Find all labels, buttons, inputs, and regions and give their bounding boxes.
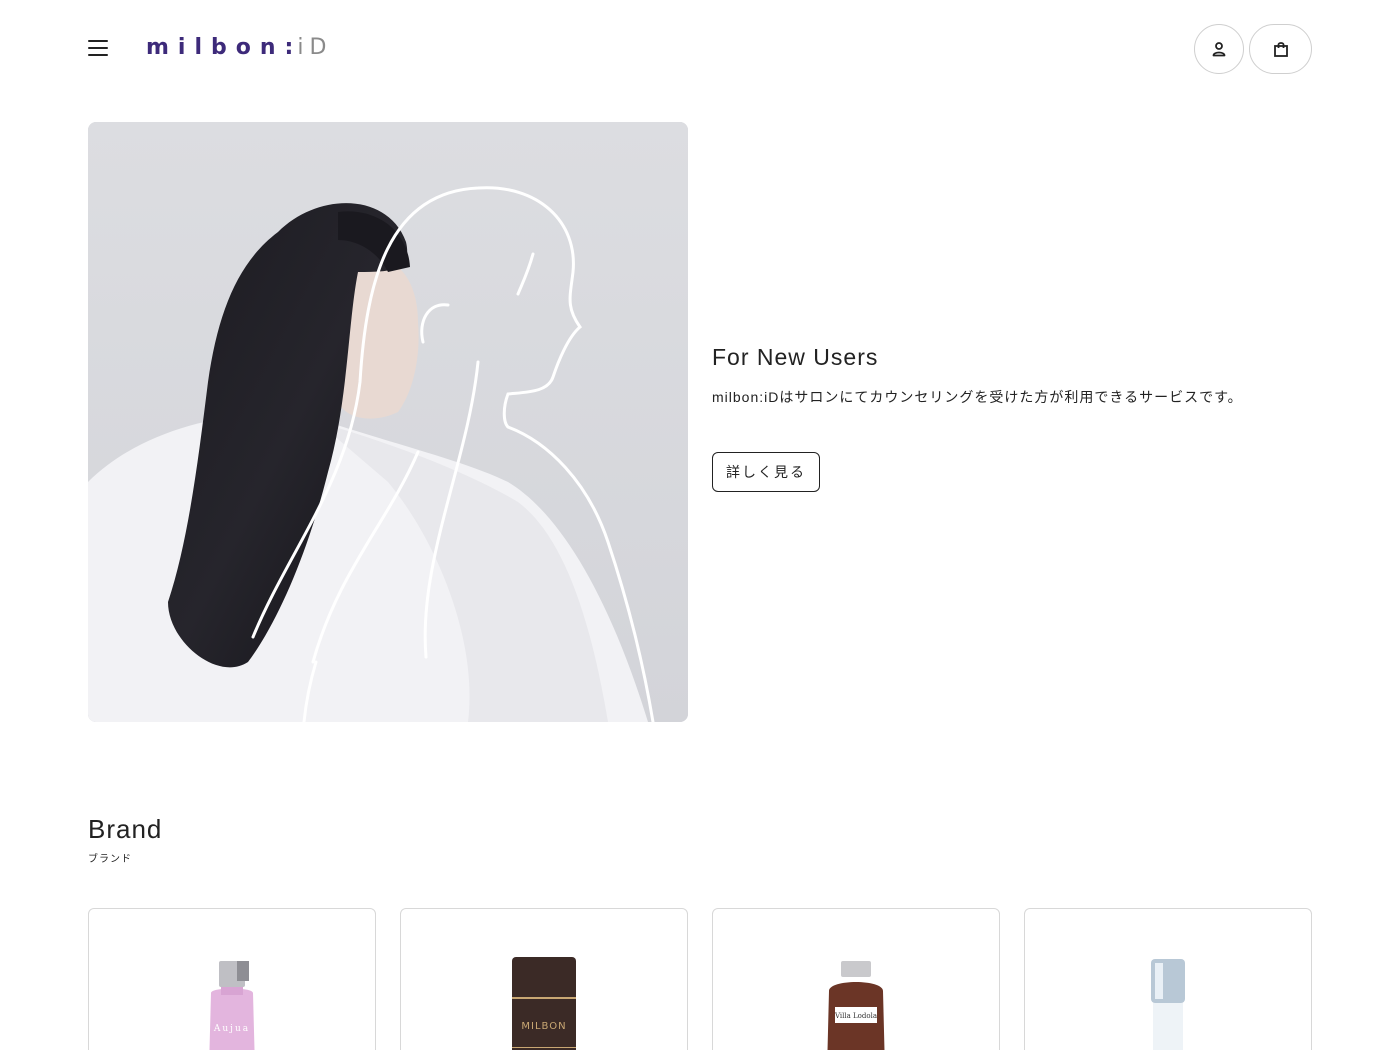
logo-colon: : [284,34,298,60]
clear-bottle-image [1151,959,1185,1050]
account-button[interactable] [1194,24,1244,74]
site-logo[interactable]: milbon : iD [146,30,332,64]
hero-title: For New Users [712,344,879,370]
brand-section-title: Brand [88,814,163,844]
svg-text:Aujua: Aujua [213,1024,250,1034]
aujua-bottle-image: Aujua [209,961,255,1050]
brand-card-fourth-brand[interactable] [1024,908,1312,1050]
site-header: milbon : iD [0,0,1400,100]
brand-card-villa-lodola[interactable]: Villa Lodola [712,908,1000,1050]
hero-image [88,122,688,722]
brand-card-aujua[interactable]: Aujua [88,908,376,1050]
menu-line [88,47,108,49]
milbon-tube-image: MILBON [512,957,576,1050]
menu-line [88,40,108,42]
shopping-bag-icon [1273,42,1288,57]
user-icon [1212,42,1226,57]
hamburger-menu-icon[interactable] [88,40,108,56]
svg-text:MILBON: MILBON [521,1021,566,1032]
brand-card-milbon[interactable]: MILBON [400,908,688,1050]
woman-silhouette-illustration [88,122,688,722]
villa-lodola-bottle-image: Villa Lodola [827,961,885,1050]
learn-more-button[interactable]: 詳しく見る [712,452,820,492]
svg-text:Villa Lodola: Villa Lodola [834,1012,877,1020]
hero-description: milbon:iDはサロンにてカウンセリングを受けた方が利用できるサービスです。 [712,389,1243,405]
brand-section-subtitle: ブランド [88,854,132,865]
menu-line [88,54,108,56]
cart-button[interactable] [1249,24,1312,74]
hero-text-block: For New Users milbon:iDはサロンにてカウンセリングを受けた… [712,344,1352,492]
logo-id-text: iD [297,34,333,60]
logo-brand-text: milbon [146,34,285,60]
